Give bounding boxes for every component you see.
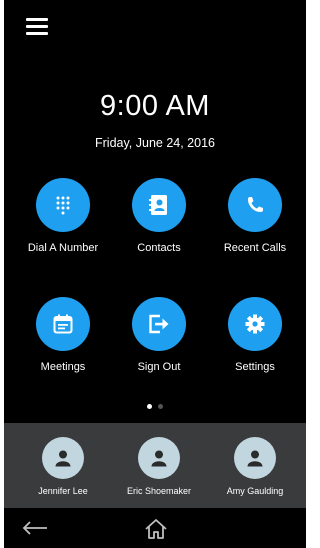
person-icon — [55, 450, 71, 467]
hamburger-menu-icon[interactable] — [26, 18, 48, 36]
bottom-navigation — [4, 508, 306, 548]
clock-time: 9:00 AM — [100, 90, 210, 122]
app-label: Sign Out — [137, 361, 181, 373]
device-screen: 9:00 AM Friday, June 24, 2016 Dial A Num… — [4, 0, 306, 548]
dialpad-icon — [56, 196, 70, 215]
contact-book-icon — [149, 195, 167, 215]
person-icon — [247, 450, 263, 467]
avatar — [138, 437, 180, 479]
page-indicator — [4, 404, 306, 409]
home-icon[interactable] — [144, 518, 168, 545]
favorite-contact[interactable]: Jennifer Lee — [15, 437, 111, 496]
avatar — [234, 437, 276, 479]
sign-out-button[interactable]: Sign Out — [111, 297, 207, 373]
app-label: Recent Calls — [223, 242, 287, 254]
app-label: Dial A Number — [27, 242, 99, 254]
calendar-icon — [53, 314, 73, 334]
page-dot-active[interactable] — [147, 404, 152, 409]
dial-a-number-button[interactable]: Dial A Number — [15, 178, 111, 254]
person-icon — [151, 450, 167, 467]
phone-icon — [248, 197, 263, 212]
meetings-button[interactable]: Meetings — [15, 297, 111, 373]
app-label: Settings — [235, 361, 275, 373]
back-arrow-icon[interactable] — [22, 520, 48, 541]
avatar — [42, 437, 84, 479]
gear-icon — [245, 314, 265, 334]
app-label: Meetings — [40, 361, 86, 373]
contact-name: Jennifer Lee — [38, 486, 88, 496]
contact-name: Amy Gaulding — [226, 486, 284, 496]
settings-button[interactable]: Settings — [207, 297, 303, 373]
favorite-contact[interactable]: Eric Shoemaker — [111, 437, 207, 496]
favorites-bar: Jennifer Lee Eric Shoemaker Amy Gaulding — [4, 423, 306, 508]
contacts-button[interactable]: Contacts — [111, 178, 207, 254]
app-label: Contacts — [137, 242, 181, 254]
page-dot[interactable] — [158, 404, 163, 409]
favorite-contact[interactable]: Amy Gaulding — [207, 437, 303, 496]
recent-calls-button[interactable]: Recent Calls — [207, 178, 303, 254]
sign-out-icon — [149, 314, 169, 334]
contact-name: Eric Shoemaker — [126, 486, 192, 496]
clock-date: Friday, June 24, 2016 — [95, 136, 215, 150]
